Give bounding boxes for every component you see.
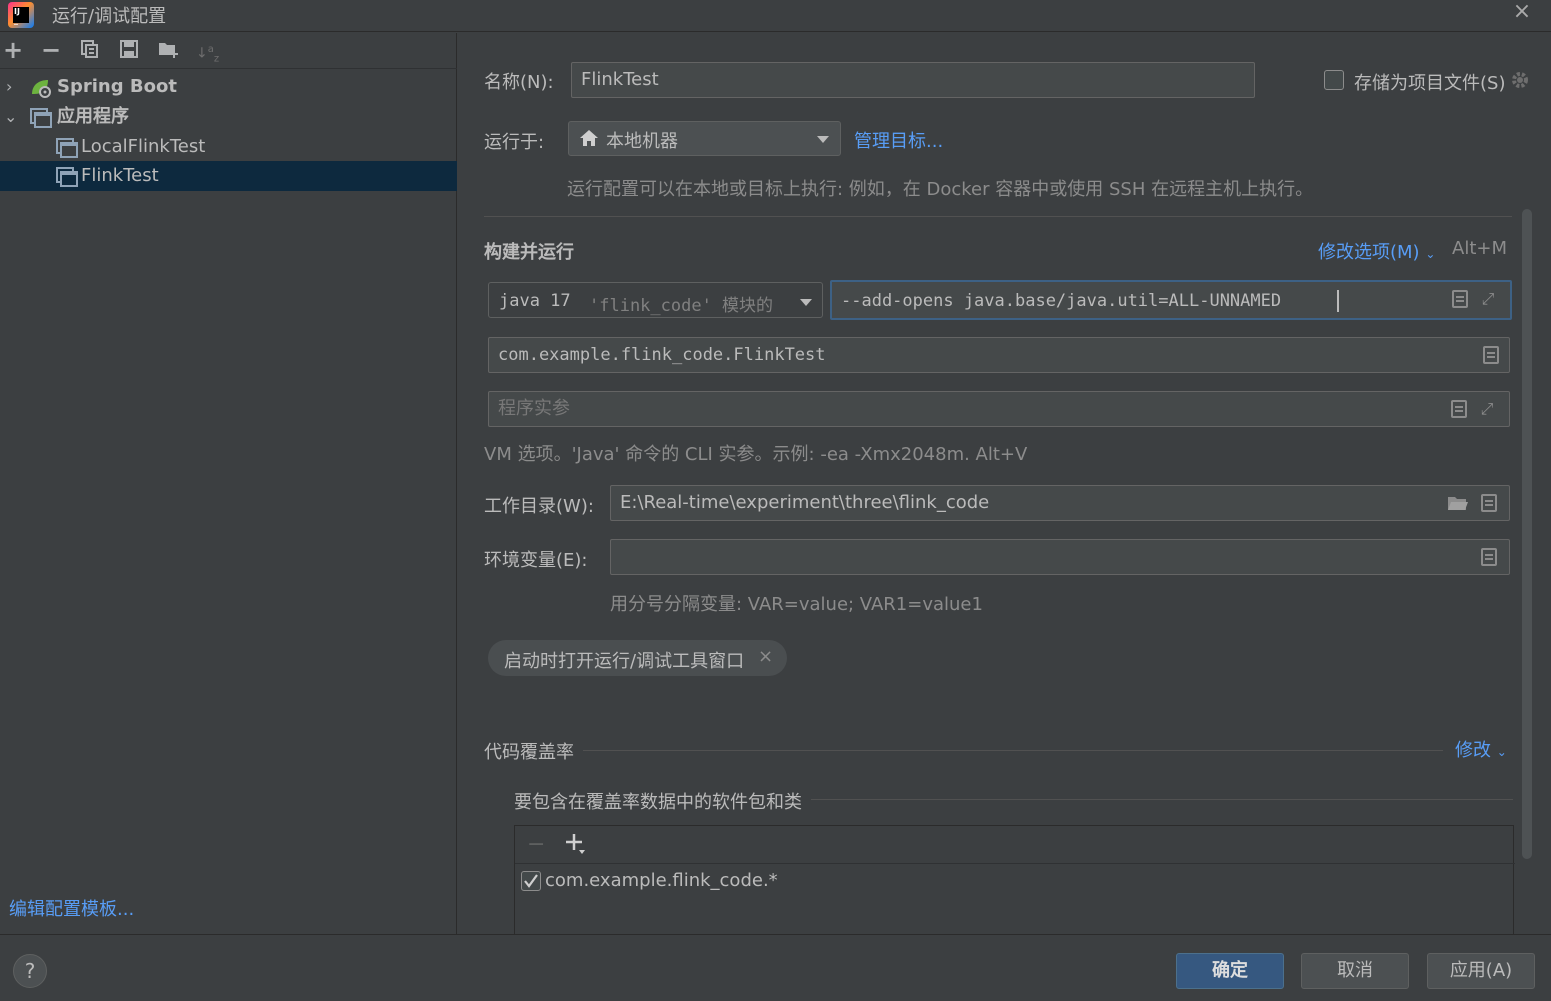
config-tree-panel: + − ↓az › Spring Boot ⌄ 应用程序 LocalFlinkT… — [0, 33, 457, 934]
application-icon — [56, 167, 78, 187]
program-args-placeholder: 程序实参 — [498, 398, 570, 419]
application-icon — [56, 138, 78, 158]
coverage-modify-label: 修改 — [1455, 740, 1491, 761]
run-on-hint: 运行配置可以在本地或目标上执行: 例如，在 Docker 容器中或使用 SSH … — [567, 179, 1314, 200]
vm-options-value: --add-opens java.base/java.util=ALL-UNNA… — [841, 291, 1282, 311]
dialog-footer: ? 确定 取消 应用(A) — [0, 934, 1551, 1001]
coverage-item-label: com.example.flink_code.* — [545, 870, 778, 891]
separator — [484, 216, 1512, 217]
tree-item-localflinktest[interactable]: LocalFlinkTest — [0, 132, 457, 162]
tree-item-flinktest[interactable]: FlinkTest — [0, 161, 457, 191]
env-label: 环境变量(E): — [484, 550, 588, 571]
program-args-field[interactable]: 程序实参 ⤢ — [488, 391, 1510, 427]
modify-options-label: 修改选项(M) — [1318, 242, 1420, 263]
coverage-title: 代码覆盖率 — [484, 742, 574, 763]
env-hint: 用分号分隔变量: VAR=value; VAR1=value1 — [610, 594, 983, 615]
workdir-field[interactable]: E:\Real-time\experiment\three\flink_code — [610, 485, 1510, 521]
workdir-label: 工作目录(W): — [484, 496, 594, 517]
ok-button[interactable]: 确定 — [1176, 953, 1284, 989]
coverage-include-label: 要包含在覆盖率数据中的软件包和类 — [514, 792, 802, 813]
chip-label: 启动时打开运行/调试工具窗口 — [504, 651, 745, 672]
tree-item-label: FlinkTest — [81, 165, 159, 186]
name-value: FlinkTest — [581, 69, 659, 90]
remove-icon[interactable]: − — [40, 38, 62, 62]
tree-item-label: LocalFlinkTest — [81, 136, 206, 157]
name-field[interactable]: FlinkTest — [571, 62, 1255, 98]
modify-options-link[interactable]: 修改选项(M) ⌄ — [1318, 238, 1435, 264]
coverage-list-toolbar: − — [515, 826, 1515, 864]
vm-options-field[interactable]: --add-opens java.base/java.util=ALL-UNNA… — [830, 280, 1512, 320]
window-title: 运行/调试配置 — [52, 6, 167, 27]
add-dropdown-icon[interactable] — [565, 832, 587, 861]
dropdown-arrow-icon — [799, 293, 813, 314]
text-cursor — [1337, 290, 1339, 312]
tree-toolbar: + − ↓az — [0, 33, 457, 69]
run-on-value: 本地机器 — [606, 131, 678, 152]
home-icon — [579, 129, 599, 152]
copy-icon[interactable] — [79, 39, 101, 61]
store-project-checkbox[interactable] — [1324, 70, 1344, 90]
expand-icon[interactable]: ⤢ — [1478, 289, 1498, 309]
run-on-select[interactable]: 本地机器 — [568, 121, 841, 156]
edit-templates-link[interactable]: 编辑配置模板... — [9, 895, 134, 921]
scrollbar[interactable] — [1522, 209, 1532, 859]
store-project-label: 存储为项目文件(S) — [1354, 73, 1506, 94]
document-icon[interactable] — [1452, 290, 1468, 308]
close-icon[interactable]: × — [1510, 0, 1534, 24]
document-icon[interactable] — [1481, 548, 1497, 566]
chevron-down-icon: ⌄ — [1496, 745, 1507, 759]
chevron-right-icon[interactable]: › — [6, 72, 20, 102]
title-bar: IJ _ 运行/调试配置 × — [0, 0, 1551, 32]
intellij-logo-icon: IJ _ — [8, 2, 34, 28]
chevron-down-icon[interactable]: ⌄ — [4, 102, 18, 132]
folder-icon[interactable] — [1447, 494, 1469, 517]
gear-icon[interactable] — [1509, 69, 1531, 91]
tree-item-spring-boot[interactable]: › Spring Boot — [0, 72, 457, 102]
expand-icon[interactable]: ⤢ — [1477, 399, 1497, 419]
new-folder-icon[interactable] — [157, 39, 179, 61]
tree-item-label: 应用程序 — [57, 106, 129, 127]
add-icon[interactable]: + — [2, 38, 24, 62]
separator — [583, 750, 1443, 751]
tree-item-application[interactable]: ⌄ 应用程序 — [0, 102, 457, 132]
name-label: 名称(N): — [484, 72, 554, 93]
document-icon[interactable] — [1481, 494, 1497, 512]
separator — [811, 799, 1513, 800]
help-icon[interactable]: ? — [13, 954, 47, 988]
jdk-value: java 17 — [499, 291, 571, 311]
dropdown-arrow-icon — [816, 130, 830, 151]
build-run-title: 构建并运行 — [484, 242, 574, 263]
config-form-panel: 名称(N): FlinkTest 存储为项目文件(S) 运行于: 本地机器 管理… — [458, 33, 1551, 935]
application-icon — [30, 108, 52, 128]
open-tool-window-chip[interactable]: 启动时打开运行/调试工具窗口 × — [488, 640, 787, 676]
coverage-list: − com.example.flink_code.* — [514, 825, 1515, 935]
save-icon[interactable] — [118, 39, 140, 61]
manage-targets-link[interactable]: 管理目标... — [854, 127, 943, 153]
run-on-label: 运行于: — [484, 132, 545, 153]
tree-item-label: Spring Boot — [57, 76, 177, 97]
env-field[interactable] — [610, 539, 1510, 575]
workdir-value: E:\Real-time\experiment\three\flink_code — [620, 492, 990, 513]
remove-icon[interactable]: − — [527, 832, 545, 857]
close-icon[interactable]: × — [758, 646, 773, 667]
apply-button[interactable]: 应用(A) — [1427, 953, 1535, 989]
cancel-button[interactable]: 取消 — [1301, 953, 1409, 989]
coverage-modify-link[interactable]: 修改 ⌄ — [1455, 736, 1507, 762]
chevron-down-icon: ⌄ — [1425, 247, 1436, 261]
main-class-field[interactable]: com.example.flink_code.FlinkTest — [488, 337, 1510, 373]
coverage-item-checkbox[interactable] — [521, 871, 541, 891]
modify-options-shortcut: Alt+M — [1452, 238, 1507, 259]
spring-boot-icon — [30, 78, 51, 98]
jdk-module: 'flink_code' 模块的 — [589, 296, 774, 316]
document-icon[interactable] — [1451, 400, 1467, 418]
sort-icon[interactable]: ↓az — [196, 39, 219, 64]
main-class-value: com.example.flink_code.FlinkTest — [498, 345, 826, 365]
document-icon[interactable] — [1483, 346, 1499, 364]
jdk-select[interactable]: java 17 'flink_code' 模块的 — [488, 282, 823, 318]
vm-options-hint: VM 选项。'Java' 命令的 CLI 实参。示例: -ea -Xmx2048… — [484, 444, 1028, 465]
